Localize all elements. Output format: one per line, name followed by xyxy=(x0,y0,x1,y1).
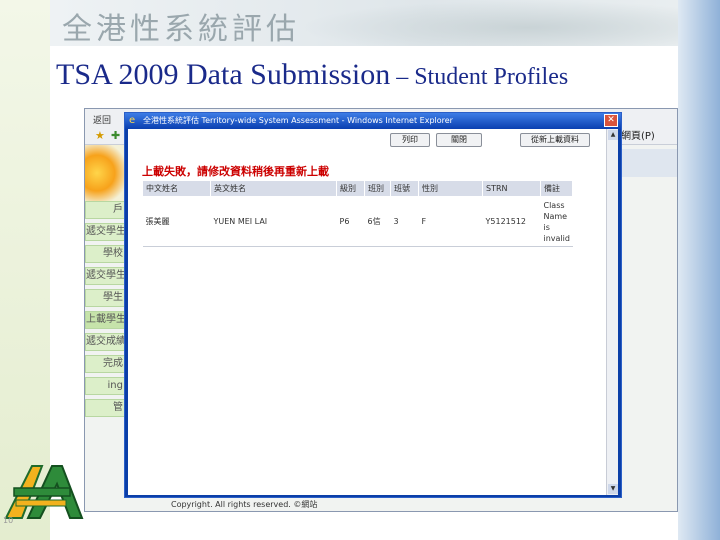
favorites-star-icon[interactable]: ★ xyxy=(95,129,105,142)
sidebar-item[interactable]: ing xyxy=(85,377,127,395)
sun-logo-icon xyxy=(85,145,125,201)
popup-window-title: 全港性系統評估 Territory-wide System Assessment… xyxy=(143,116,453,125)
cell-chinese-name: 張美麗 xyxy=(142,196,211,247)
popup-titlebar[interactable]: e 全港性系統評估 Territory-wide System Assessme… xyxy=(125,113,621,129)
col-remark: 備註 xyxy=(539,180,574,197)
sidebar-item[interactable]: 管 xyxy=(85,399,127,417)
slide-banner: 全港性系統評估 xyxy=(50,0,678,46)
print-button[interactable]: 列印 xyxy=(390,133,430,147)
popup-content: 列印 關閉 從新上載資料 上載失敗，請修改資料稍後再重新上載 中文姓名 英文姓名… xyxy=(128,129,618,495)
scroll-down-icon[interactable]: ▼ xyxy=(608,484,618,494)
cell-remark: Class Name is invalid xyxy=(540,196,573,247)
slide-title-sub: – Student Profiles xyxy=(390,64,569,90)
upload-error-message: 上載失敗，請修改資料稍後再重新上載 xyxy=(142,165,329,178)
table-row: 張美麗 YUEN MEI LAI P6 6信 3 F Y5121512 Clas… xyxy=(142,196,573,247)
slide-title: TSA 2009 Data Submission – Student Profi… xyxy=(56,58,568,92)
sidebar-item[interactable]: 完成 xyxy=(85,355,127,373)
add-favorites-icon[interactable]: ✚ xyxy=(111,129,120,142)
sidebar-item[interactable]: 遞交學生 xyxy=(85,267,127,285)
sidebar-item[interactable]: 學校 xyxy=(85,245,127,263)
col-strn: STRN xyxy=(482,180,541,197)
col-gender: 性別 xyxy=(418,180,483,197)
banner-map-image xyxy=(300,0,678,46)
cell-strn: Y5121512 xyxy=(482,196,541,247)
scroll-up-icon[interactable]: ▲ xyxy=(608,130,618,140)
banner-title: 全港性系統評估 xyxy=(62,12,300,46)
col-english-name: 英文姓名 xyxy=(210,180,337,197)
col-class-number: 班號 xyxy=(390,180,419,197)
sidebar-item[interactable]: 遞交成績 xyxy=(85,333,127,351)
cell-class: 6信 xyxy=(364,196,391,247)
cell-class-number: 3 xyxy=(390,196,419,247)
col-class: 班別 xyxy=(364,180,391,197)
slide-right-bar xyxy=(678,0,720,540)
close-button[interactable]: 關閉 xyxy=(436,133,482,147)
slide-title-main: TSA 2009 Data Submission xyxy=(56,58,391,91)
back-button[interactable]: 返回 xyxy=(93,113,111,126)
sidebar-item[interactable]: 上載學生 xyxy=(85,311,127,329)
vertical-scrollbar[interactable]: ▲ ▼ xyxy=(606,129,618,495)
sidebar-item[interactable]: 學生 xyxy=(85,289,127,307)
ie-icon: e xyxy=(129,115,136,126)
sidebar-item[interactable]: 戶 xyxy=(85,201,127,219)
ea-logo-icon xyxy=(4,465,84,519)
popup-window: e 全港性系統評估 Territory-wide System Assessme… xyxy=(124,112,622,498)
col-level: 級別 xyxy=(336,180,365,197)
cell-gender: F xyxy=(418,196,483,247)
copyright-text: Copyright. All rights reserved. ©網站 xyxy=(171,500,318,509)
page-number: 10 xyxy=(3,516,14,525)
table-header-row: 中文姓名 英文姓名 級別 班別 班號 性別 STRN 備註 xyxy=(142,180,574,197)
col-chinese-name: 中文姓名 xyxy=(142,180,211,197)
page-menu-button[interactable]: 網頁(P) xyxy=(621,127,655,142)
window-close-icon[interactable]: ✕ xyxy=(604,114,618,127)
cell-english-name: YUEN MEI LAI xyxy=(210,196,337,247)
student-profile-table: 中文姓名 英文姓名 級別 班別 班號 性別 STRN 備註 張美麗 YUEN M… xyxy=(142,180,574,247)
slide-left-bar xyxy=(0,0,50,540)
cell-level: P6 xyxy=(336,196,365,247)
background-header-strip xyxy=(615,149,677,177)
background-sidebar-menu: 戶 遞交學生 學校 遞交學生 學生 上載學生 遞交成績 完成 ing 管 xyxy=(85,201,127,421)
sidebar-item[interactable]: 遞交學生 xyxy=(85,223,127,241)
reupload-button[interactable]: 從新上載資料 xyxy=(520,133,590,147)
